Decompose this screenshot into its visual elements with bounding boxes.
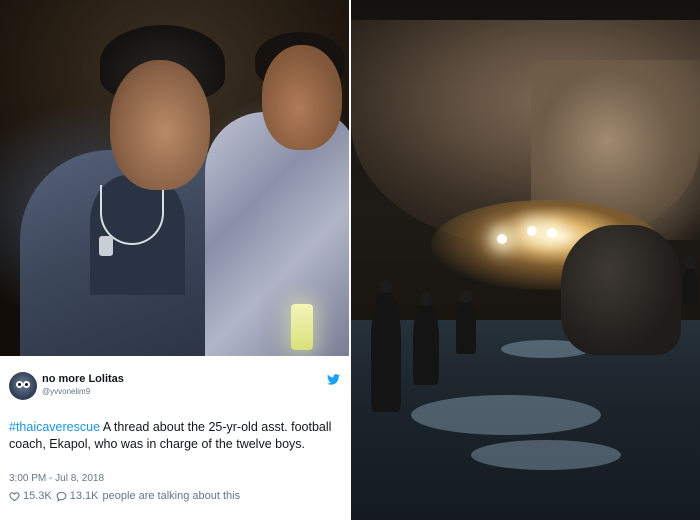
rescuer-figure — [683, 256, 697, 304]
rescuer-figure — [371, 280, 401, 412]
boy-poncho — [205, 112, 349, 356]
avatar[interactable] — [9, 372, 37, 400]
flood-light — [497, 234, 507, 244]
tweet-text: #thaicaverescue A thread about the 25-yr… — [9, 419, 341, 453]
like-count: 15.3K — [23, 490, 52, 502]
avatar-eye-right — [23, 381, 30, 388]
boulder — [561, 225, 681, 355]
reply-count-group[interactable]: 13.1K — [56, 490, 99, 502]
talking-about-text: people are talking about this — [102, 490, 241, 502]
coach-pendant — [99, 236, 113, 256]
hashtag-link[interactable]: #thaicaverescue — [9, 420, 100, 434]
coach-face — [110, 60, 210, 190]
tweet-timestamp[interactable]: 3:00 PM - Jul 8, 2018 — [9, 473, 104, 484]
rescuer-head — [460, 290, 472, 303]
engagement-bar: 15.3K 13.1K people are talking about thi… — [9, 490, 240, 502]
flood-light — [527, 226, 537, 236]
speech-bubble-icon — [56, 491, 67, 502]
flood-light — [547, 228, 557, 238]
rescuer-figure — [456, 290, 476, 354]
user-handle[interactable]: @yvvonelim9 — [42, 387, 90, 396]
twitter-bird-icon[interactable] — [327, 374, 340, 385]
water-reflection — [471, 440, 621, 470]
rescuer-head — [420, 293, 432, 306]
water-reflection — [411, 395, 601, 435]
photo-boys-in-cave — [0, 0, 349, 356]
rescuer-head — [684, 256, 696, 269]
reply-count: 13.1K — [69, 490, 99, 502]
photo-cave-rescue — [351, 0, 700, 520]
tweet-card: no more Lolitas @yvvonelim9 #thaicaveres… — [0, 356, 349, 520]
display-name[interactable]: no more Lolitas — [42, 373, 124, 385]
like-count-group[interactable]: 15.3K — [9, 490, 52, 502]
rescuer-head — [380, 280, 392, 293]
candle — [291, 304, 313, 350]
boy-face — [262, 45, 342, 150]
heart-outline-icon — [9, 491, 20, 501]
rescuer-figure — [413, 293, 439, 385]
avatar-eye-left — [16, 381, 23, 388]
